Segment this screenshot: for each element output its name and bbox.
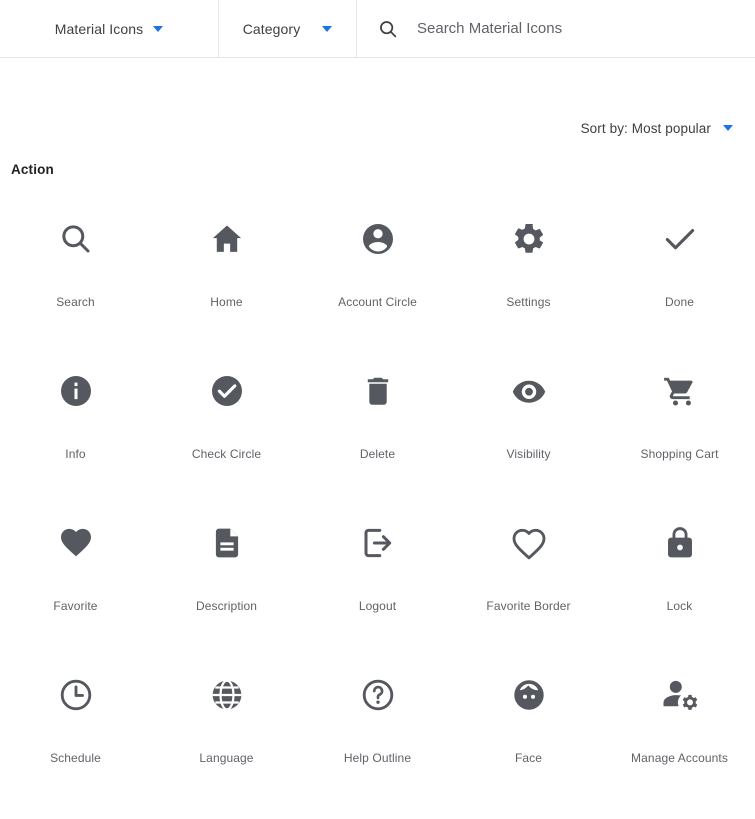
globe-icon [209, 677, 245, 713]
icon-tile-label: Help Outline [343, 751, 412, 765]
icon-tile[interactable]: Check Circle [151, 363, 302, 515]
library-select-label: Material Icons [54, 20, 144, 37]
icon-tile[interactable]: Face [453, 667, 604, 819]
category-section-title: Action [11, 162, 54, 177]
document-icon [209, 525, 245, 561]
app-header: Material Icons Category [0, 0, 755, 58]
icon-tile[interactable]: Settings [453, 211, 604, 363]
category-select[interactable]: Category [219, 0, 357, 57]
lock-icon [662, 525, 698, 561]
icon-tile[interactable]: Account Circle [302, 211, 453, 363]
info-icon [58, 373, 94, 409]
icon-tile[interactable]: Done [604, 211, 755, 363]
category-select-label: Category [242, 20, 301, 37]
help-outline-icon [360, 677, 396, 713]
icon-tile-label: Favorite [53, 599, 98, 613]
icon-tile-label: Check Circle [191, 447, 262, 461]
icon-tile[interactable]: Home [151, 211, 302, 363]
icon-tile-label: Shopping Cart [640, 447, 719, 461]
icon-tile-label: Visibility [506, 447, 551, 461]
icon-tile-label: Account Circle [338, 295, 417, 309]
manage-accounts-icon [662, 677, 698, 713]
icon-tile-label: Delete [359, 447, 396, 461]
chevron-down-icon [322, 25, 333, 32]
icon-tile[interactable]: Language [151, 667, 302, 819]
heart-outline-icon [511, 525, 547, 561]
chevron-down-icon [723, 125, 733, 131]
icon-tile[interactable]: Favorite [0, 515, 151, 667]
shopping-cart-icon [662, 373, 698, 409]
settings-gear-icon [511, 221, 547, 257]
eye-icon [511, 373, 547, 409]
icon-tile-label: Manage Accounts [631, 751, 728, 765]
icon-tile-label: Settings [506, 295, 551, 309]
icon-tile[interactable]: Visibility [453, 363, 604, 515]
icon-tile-label: Face [514, 751, 543, 765]
icon-tile[interactable]: Lock [604, 515, 755, 667]
heart-filled-icon [58, 525, 94, 561]
icon-tile-label: Logout [358, 599, 397, 613]
icon-grid: Search Home Account Circle Settings Done Info… [0, 211, 755, 819]
sort-by-label: Sort by: Most popular [580, 120, 711, 136]
clock-icon [58, 677, 94, 713]
icon-tile[interactable]: Info [0, 363, 151, 515]
check-circle-icon [209, 373, 245, 409]
face-icon [511, 677, 547, 713]
account-circle-icon [360, 221, 396, 257]
icon-tile-label: Favorite Border [486, 599, 571, 613]
icon-tile[interactable]: Search [0, 211, 151, 363]
icon-tile[interactable]: Manage Accounts [604, 667, 755, 819]
icon-tile-label: Description [195, 599, 258, 613]
sort-row: Sort by: Most popular [0, 100, 755, 156]
chevron-down-icon [153, 25, 164, 32]
icon-tile-label: Done [664, 295, 695, 309]
icon-tile[interactable]: Schedule [0, 667, 151, 819]
icon-tile-label: Search [56, 295, 95, 309]
icon-tile[interactable]: Favorite Border [453, 515, 604, 667]
icon-tile-label: Lock [666, 599, 693, 613]
search-input[interactable] [417, 20, 737, 37]
icon-tile[interactable]: Shopping Cart [604, 363, 755, 515]
trash-icon [360, 373, 396, 409]
icon-tile[interactable]: Logout [302, 515, 453, 667]
check-icon [662, 221, 698, 257]
search-icon [58, 221, 94, 257]
search-bar[interactable] [357, 0, 755, 57]
icon-tile[interactable]: Help Outline [302, 667, 453, 819]
icon-tile-label: Schedule [50, 751, 101, 765]
library-select[interactable]: Material Icons [0, 0, 219, 57]
icon-tile-label: Language [199, 751, 254, 765]
logout-icon [360, 525, 396, 561]
icon-tile-label: Home [210, 295, 243, 309]
search-icon [377, 18, 399, 40]
sort-by-dropdown[interactable]: Sort by: Most popular [581, 121, 733, 136]
icon-tile-label: Info [65, 447, 86, 461]
icon-tile[interactable]: Description [151, 515, 302, 667]
home-icon [209, 221, 245, 257]
icon-tile[interactable]: Delete [302, 363, 453, 515]
